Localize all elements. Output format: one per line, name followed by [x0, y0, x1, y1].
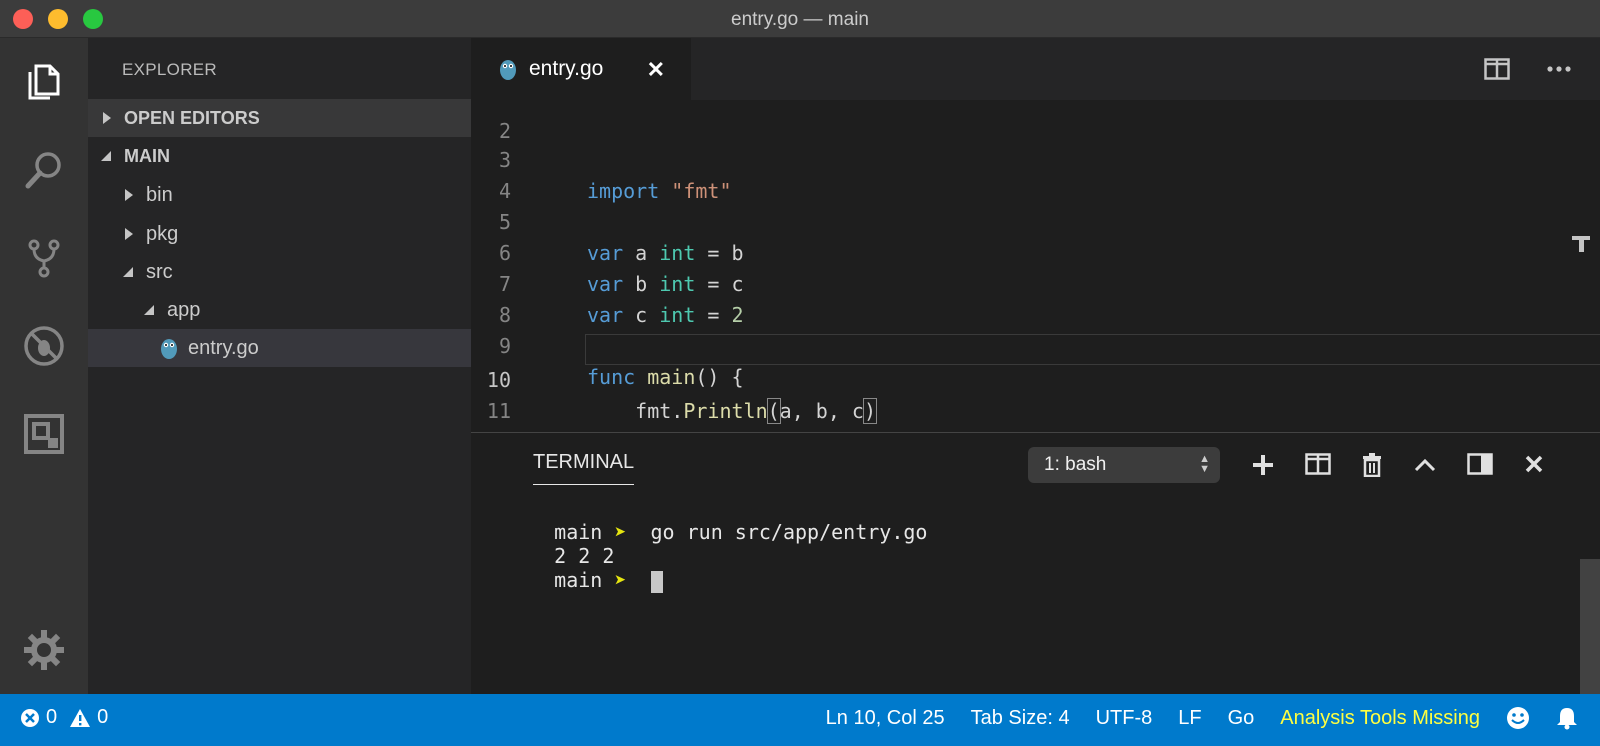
language-mode[interactable]: Go: [1228, 707, 1255, 730]
chevron-up-icon[interactable]: [1413, 453, 1437, 477]
warning-count: 0: [97, 706, 109, 728]
chevron-right-icon: [122, 227, 136, 241]
terminal-command: go run src/app/entry.go: [626, 520, 928, 544]
code-line: 7 var c int = 2: [471, 238, 1571, 327]
code-editor[interactable]: 2 3 import "fmt" 4 5 var a int = b 6 var…: [471, 100, 1600, 432]
analysis-tools-warning[interactable]: Analysis Tools Missing: [1280, 707, 1480, 730]
terminal-line: main ➤: [506, 544, 663, 617]
code-line: 10 fmt.Println(a, b, c): [471, 334, 1571, 424]
code-line: 11 }: [471, 365, 1571, 432]
code-line: 3 import "fmt": [471, 114, 1571, 203]
tab-label: entry.go: [529, 57, 604, 80]
main-folder-section[interactable]: MAIN: [88, 137, 471, 175]
code-line: 12: [471, 396, 1571, 432]
problems-indicator[interactable]: 0 0: [20, 706, 108, 729]
tree-item-label: src: [146, 260, 173, 283]
source-control-icon: [28, 239, 60, 278]
end-of-line[interactable]: LF: [1178, 707, 1201, 730]
terminal-cursor: [650, 570, 663, 593]
terminal-actions: [1251, 453, 1545, 477]
notifications-bell-icon[interactable]: [1556, 706, 1578, 730]
sidebar-title: EXPLORER: [122, 60, 217, 79]
source-control-activity[interactable]: [0, 214, 88, 302]
tab-close-icon[interactable]: ✕: [647, 57, 665, 83]
go-file-icon: [500, 60, 516, 80]
terminal-panel: TERMINAL 1: bash ▲ ▼ main ➤ go run src/a…: [471, 432, 1600, 695]
tree-item-label: pkg: [146, 222, 179, 245]
toggle-panel-position-icon[interactable]: [1467, 453, 1493, 475]
feedback-smiley-icon[interactable]: [1506, 706, 1530, 730]
open-editors-section[interactable]: OPEN EDITORS: [88, 99, 471, 137]
tree-item-pkg[interactable]: pkg: [88, 215, 471, 253]
tree-item-label: bin: [146, 183, 173, 206]
title-bar: entry.go — main: [0, 0, 1600, 38]
open-editors-label: OPEN EDITORS: [124, 107, 260, 128]
split-editor-icon[interactable]: [1484, 58, 1510, 80]
tree-item-src[interactable]: src: [88, 253, 471, 291]
debug-activity[interactable]: [0, 302, 88, 390]
chevron-down-icon: [100, 149, 114, 163]
editor-actions: [1484, 58, 1572, 80]
search-activity[interactable]: [0, 126, 88, 214]
terminal-prompt: main: [554, 568, 603, 592]
trash-icon[interactable]: [1361, 453, 1383, 477]
encoding[interactable]: UTF-8: [1096, 707, 1153, 730]
cursor-position[interactable]: Ln 10, Col 25: [826, 707, 945, 730]
explorer-sidebar: EXPLORER OPEN EDITORS MAIN bin pkg src a…: [88, 38, 471, 694]
editor-tab-bar: entry.go ✕: [471, 38, 1600, 100]
prompt-arrow-icon: ➤: [614, 520, 627, 544]
tree-item-bin[interactable]: bin: [88, 176, 471, 214]
settings-activity[interactable]: [0, 606, 88, 694]
activity-bar: [0, 38, 88, 694]
new-terminal-icon[interactable]: [1251, 453, 1275, 477]
code-line: 9 func main() {: [471, 300, 1571, 389]
overview-ruler-marker: [1572, 236, 1590, 252]
files-icon: [28, 64, 60, 100]
status-bar-right: Ln 10, Col 25 Tab Size: 4 UTF-8 LF Go An…: [800, 706, 1578, 730]
select-arrows-icon: ▲ ▼: [1199, 453, 1210, 475]
gear-icon: [24, 630, 64, 670]
tree-item-entry-go[interactable]: entry.go: [88, 329, 471, 367]
code-line: 8: [471, 269, 1571, 327]
status-bar: 0 0 Ln 10, Col 25 Tab Size: 4 UTF-8 LF G…: [0, 694, 1600, 746]
search-icon: [25, 152, 61, 189]
tree-item-app[interactable]: app: [88, 291, 471, 329]
terminal-select[interactable]: 1: bash ▲ ▼: [1028, 447, 1220, 483]
tab-terminal[interactable]: TERMINAL: [533, 451, 635, 485]
main-folder-label: MAIN: [124, 145, 170, 166]
more-actions-icon[interactable]: [1546, 58, 1572, 80]
split-terminal-icon[interactable]: [1305, 453, 1331, 475]
error-count: 0: [46, 706, 58, 728]
go-file-icon: [161, 339, 177, 359]
extensions-icon: [24, 414, 64, 454]
window-title: entry.go — main: [731, 9, 869, 30]
chevron-right-icon: [122, 188, 136, 202]
chevron-down-icon: [122, 265, 136, 279]
terminal-scrollbar[interactable]: [1580, 559, 1600, 695]
tree-item-label: app: [167, 298, 201, 321]
code-line: 5 var a int = b: [471, 176, 1571, 265]
close-panel-icon[interactable]: [1523, 453, 1545, 475]
chevron-down-icon: [143, 303, 157, 317]
debug-icon: [24, 326, 64, 366]
tree-item-label: entry.go: [188, 336, 259, 359]
terminal-select-value: 1: bash: [1044, 454, 1107, 475]
extensions-activity[interactable]: [0, 390, 88, 478]
chevron-right-icon: [100, 111, 114, 125]
prompt-arrow-icon: ➤: [614, 568, 627, 592]
warning-icon: [70, 708, 91, 727]
explorer-activity[interactable]: [0, 38, 88, 126]
error-icon: [21, 708, 39, 727]
tab-entry-go[interactable]: entry.go ✕: [471, 38, 691, 100]
tab-size[interactable]: Tab Size: 4: [971, 707, 1070, 730]
code-line: 4: [471, 145, 1571, 203]
code-line: 6 var b int = c: [471, 207, 1571, 296]
